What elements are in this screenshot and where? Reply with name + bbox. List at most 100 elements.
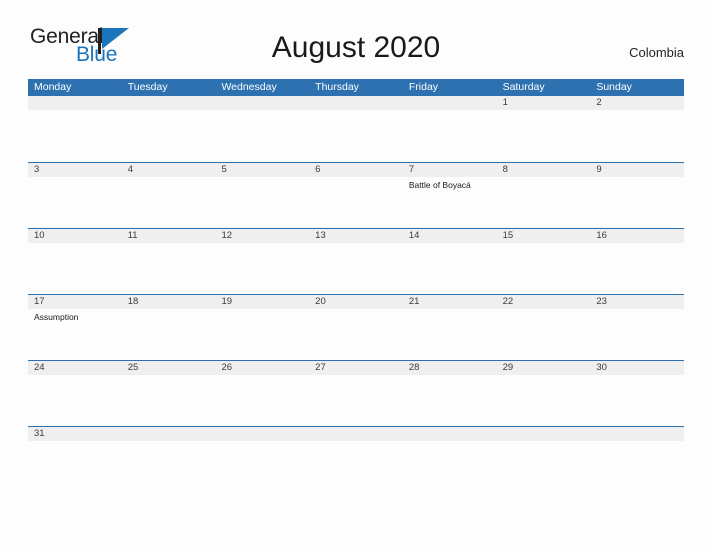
day-number[interactable]: 7	[403, 163, 497, 177]
week-row: 1 2	[28, 96, 684, 162]
day-event	[403, 441, 497, 491]
day-number[interactable]: 9	[590, 163, 684, 177]
day-number-strip: 3 4 5 6 7 8 9	[28, 163, 684, 177]
day-number[interactable]: 13	[309, 229, 403, 243]
day-event	[215, 375, 309, 425]
day-number[interactable]: 15	[497, 229, 591, 243]
day-number[interactable]: 30	[590, 361, 684, 375]
page-header: General Blue August 2020 Colombia	[0, 0, 712, 70]
day-number[interactable]	[215, 427, 309, 441]
day-event-holiday: Battle of Boyacá	[408, 180, 471, 190]
day-event	[497, 441, 591, 491]
day-event	[28, 243, 122, 293]
day-number[interactable]: 6	[309, 163, 403, 177]
day-event	[28, 177, 122, 227]
day-number[interactable]	[122, 427, 216, 441]
day-event	[590, 110, 684, 160]
day-number[interactable]: 5	[215, 163, 309, 177]
day-number[interactable]: 26	[215, 361, 309, 375]
week-row: 31	[28, 426, 684, 456]
day-number[interactable]: 25	[122, 361, 216, 375]
weekday-header-sunday: Sunday	[596, 81, 632, 93]
day-number[interactable]: 2	[590, 96, 684, 110]
day-event-strip	[28, 441, 684, 491]
day-number[interactable]: 19	[215, 295, 309, 309]
day-event	[590, 243, 684, 293]
day-number[interactable]: 24	[28, 361, 122, 375]
day-number[interactable]: 27	[309, 361, 403, 375]
day-event	[590, 177, 684, 227]
day-number[interactable]	[215, 96, 309, 110]
page-title: August 2020	[271, 31, 441, 64]
day-number[interactable]	[309, 427, 403, 441]
day-event	[309, 110, 403, 160]
day-event	[497, 110, 591, 160]
day-number[interactable]: 18	[122, 295, 216, 309]
day-event	[590, 441, 684, 491]
day-event	[590, 309, 684, 359]
day-number[interactable]	[403, 96, 497, 110]
day-number-strip: 1 2	[28, 96, 684, 110]
day-event-holiday: Assumption	[34, 312, 79, 322]
weekday-header-friday: Friday	[408, 81, 439, 93]
day-event-strip: Battle of Boyacá	[28, 177, 684, 227]
day-event	[28, 375, 122, 425]
day-number[interactable]	[122, 96, 216, 110]
day-event	[215, 309, 309, 359]
day-number[interactable]: 17	[28, 295, 122, 309]
region-label: Colombia	[629, 45, 684, 60]
day-event	[590, 375, 684, 425]
week-row: 24 25 26 27 28 29 30	[28, 360, 684, 426]
day-event	[403, 110, 497, 160]
day-event	[403, 375, 497, 425]
day-number[interactable]	[309, 96, 403, 110]
day-event	[28, 441, 122, 491]
day-number[interactable]: 29	[497, 361, 591, 375]
day-number[interactable]: 14	[403, 229, 497, 243]
weekday-header-monday: Monday	[34, 81, 72, 93]
day-event	[309, 243, 403, 293]
weekday-header-wednesday: Wednesday	[221, 81, 277, 93]
day-number-strip: 31	[28, 427, 684, 441]
day-number[interactable]: 10	[28, 229, 122, 243]
day-number[interactable]	[497, 427, 591, 441]
day-event	[122, 177, 216, 227]
day-number[interactable]: 4	[122, 163, 216, 177]
day-event	[215, 441, 309, 491]
day-number[interactable]: 21	[403, 295, 497, 309]
day-number[interactable]	[28, 96, 122, 110]
day-event	[497, 177, 591, 227]
weekday-header-thursday: Thursday	[315, 81, 359, 93]
day-number[interactable]: 3	[28, 163, 122, 177]
day-number-strip: 10 11 12 13 14 15 16	[28, 229, 684, 243]
day-number[interactable]: 23	[590, 295, 684, 309]
weekday-header-row: Monday Tuesday Wednesday Thursday Friday…	[28, 79, 684, 96]
day-number[interactable]: 11	[122, 229, 216, 243]
day-event	[122, 309, 216, 359]
day-event-strip	[28, 110, 684, 160]
week-row: 3 4 5 6 7 8 9 Battle of Boyacá	[28, 162, 684, 228]
day-event	[28, 110, 122, 160]
day-event-strip: Assumption	[28, 309, 684, 359]
day-event	[309, 177, 403, 227]
day-event	[215, 110, 309, 160]
day-number[interactable]: 31	[28, 427, 122, 441]
day-event	[215, 243, 309, 293]
day-number[interactable]: 22	[497, 295, 591, 309]
day-number[interactable]	[590, 427, 684, 441]
week-row: 17 18 19 20 21 22 23 Assumption	[28, 294, 684, 360]
day-number[interactable]: 28	[403, 361, 497, 375]
day-event	[122, 375, 216, 425]
day-event-strip	[28, 375, 684, 425]
day-number[interactable]	[403, 427, 497, 441]
day-event	[309, 441, 403, 491]
weekday-header-saturday: Saturday	[502, 81, 545, 93]
day-event	[122, 243, 216, 293]
day-number[interactable]: 16	[590, 229, 684, 243]
day-number[interactable]: 20	[309, 295, 403, 309]
day-event	[309, 375, 403, 425]
day-number[interactable]: 1	[497, 96, 591, 110]
day-number[interactable]: 12	[215, 229, 309, 243]
day-number-strip: 17 18 19 20 21 22 23	[28, 295, 684, 309]
day-number[interactable]: 8	[497, 163, 591, 177]
